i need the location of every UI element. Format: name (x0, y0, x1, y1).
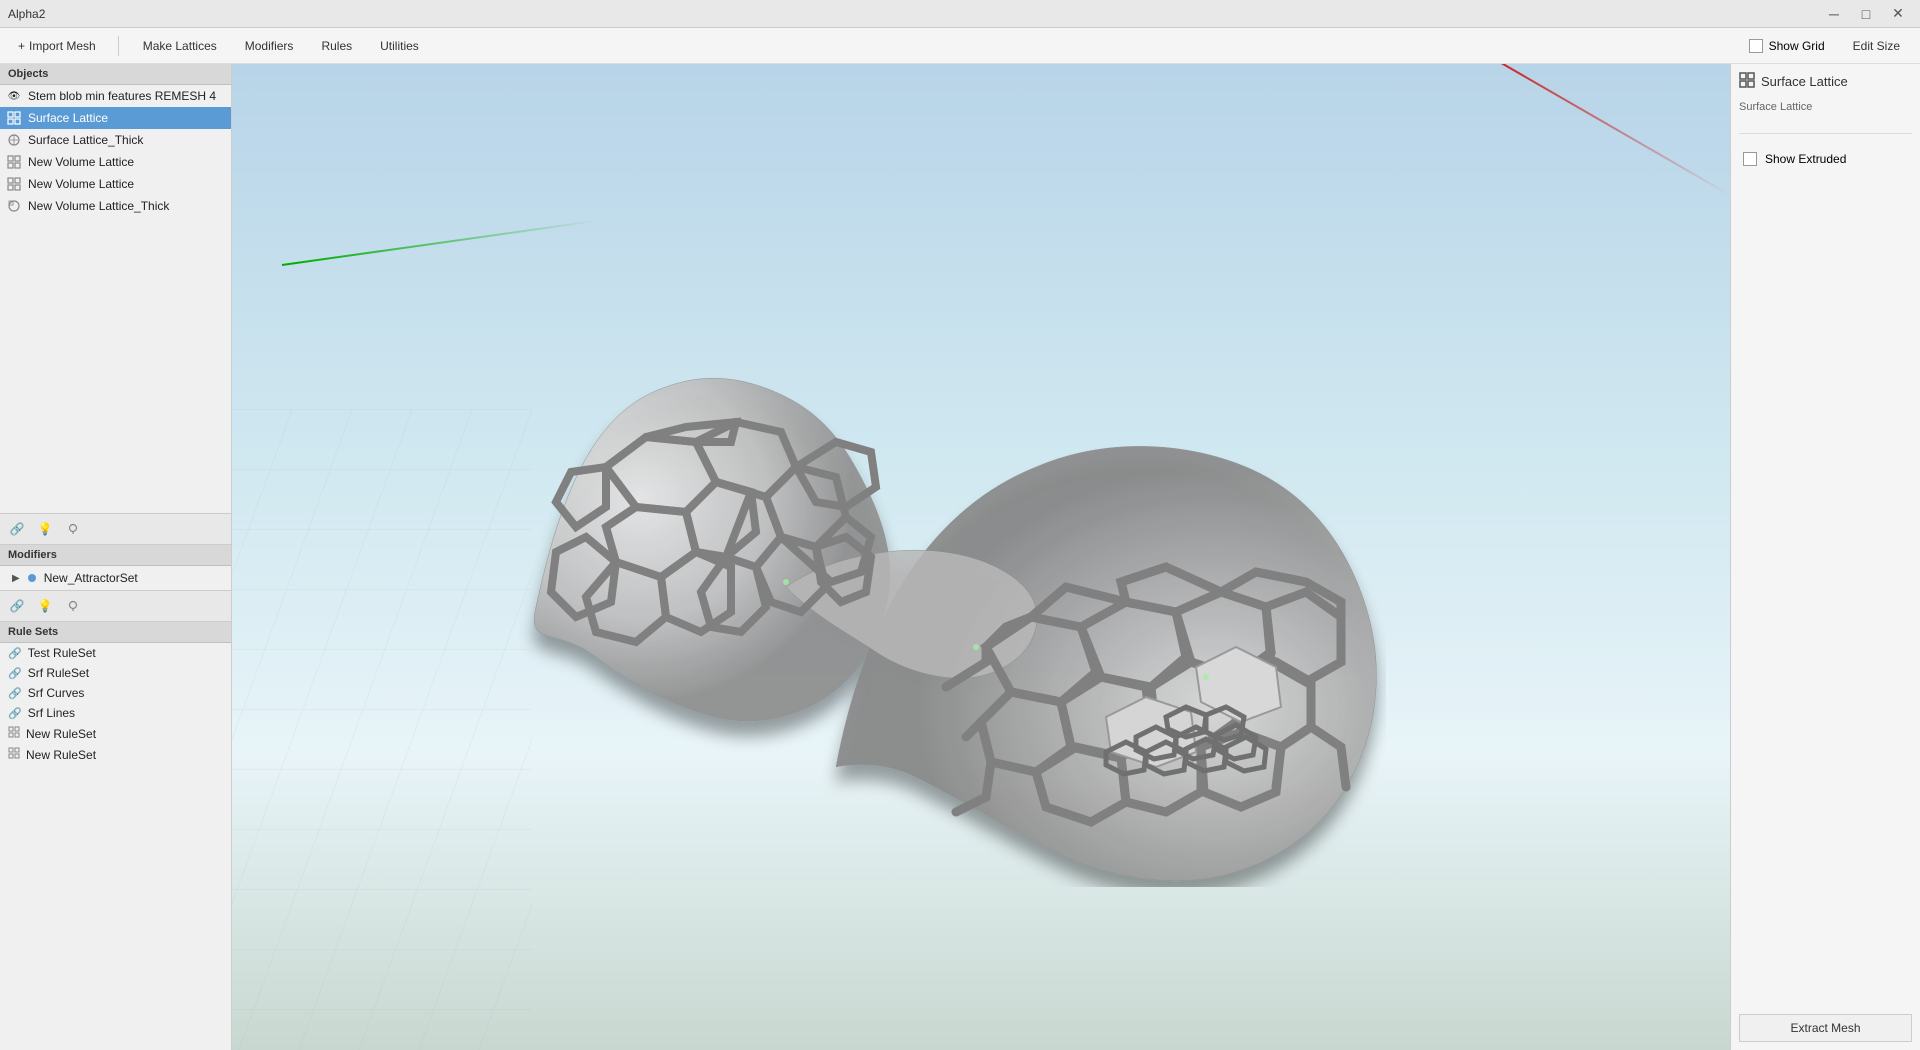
ruleset-list: 🔗 Test RuleSet 🔗 Srf RuleSet 🔗 Srf Curve… (0, 643, 231, 765)
menu-modifiers[interactable]: Modifiers (233, 35, 306, 57)
titlebar: Alpha2 ─ □ ✕ (0, 0, 1920, 28)
titlebar-title-area: Alpha2 (8, 7, 45, 21)
import-mesh-button[interactable]: + Import Mesh (8, 35, 106, 57)
object-label: Surface Lattice (28, 111, 108, 125)
list-item[interactable]: New Volume Lattice (0, 173, 231, 195)
show-grid-label: Show Grid (1769, 39, 1825, 53)
import-mesh-label: Import Mesh (29, 39, 96, 53)
ruleset-label: Srf RuleSet (28, 666, 89, 680)
ruleset-link-icon: 🔗 (8, 687, 22, 700)
ruleset-label: New RuleSet (26, 748, 96, 762)
import-plus-icon: + (18, 39, 25, 53)
list-item[interactable]: New Volume Lattice_Thick (0, 195, 231, 217)
right-panel-title-area: Surface Lattice (1739, 72, 1912, 91)
right-panel-subtitle: Surface Lattice (1739, 101, 1912, 113)
menubar: + Import Mesh Make Lattices Modifiers Ru… (0, 28, 1920, 64)
ruleset-grid-icon2 (8, 747, 20, 762)
minimize-button[interactable]: ─ (1820, 4, 1848, 24)
ruleset-label: Test RuleSet (28, 646, 96, 660)
object-label: New Volume Lattice_Thick (28, 199, 169, 213)
lattice-icon (6, 110, 22, 126)
list-item[interactable]: New Volume Lattice (0, 151, 231, 173)
modifiers-bulb-outline-icon[interactable] (62, 595, 84, 617)
maximize-button[interactable]: □ (1852, 4, 1880, 24)
modifier-label: New_AttractorSet (44, 571, 138, 585)
ruleset-grid-icon (8, 726, 20, 741)
list-item[interactable]: Surface Lattice (0, 107, 231, 129)
object-label: Surface Lattice_Thick (28, 133, 143, 147)
object-label: New Volume Lattice (28, 155, 134, 169)
show-extruded-checkbox[interactable] (1743, 152, 1757, 166)
list-item[interactable]: 👁 Stem blob min features REMESH 4 (0, 85, 231, 107)
mesh-3d-object (486, 287, 1386, 887)
list-item[interactable]: New RuleSet (0, 723, 231, 744)
axis-red-line (1452, 64, 1730, 195)
list-item[interactable]: 🔗 Test RuleSet (0, 643, 231, 663)
ruleset-label: New RuleSet (26, 727, 96, 741)
right-panel: Surface Lattice Surface Lattice Show Ext… (1730, 64, 1920, 1050)
list-item[interactable]: 🔗 Srf Lines (0, 703, 231, 723)
right-panel-divider (1739, 133, 1912, 134)
ruleset-link-icon: 🔗 (8, 667, 22, 680)
volume-lattice-thick-icon (6, 198, 22, 214)
app-title: Alpha2 (8, 7, 45, 21)
objects-toolbar: 🔗 💡 (0, 513, 231, 545)
modifiers-toolbar: 🔗 💡 (0, 590, 231, 622)
menu-separator (118, 36, 119, 56)
eye-lattice-icon (6, 132, 22, 148)
menu-make-lattices[interactable]: Make Lattices (131, 35, 229, 57)
axis-green-line (282, 219, 599, 266)
object-list: 👁 Stem blob min features REMESH 4 Surfac… (0, 85, 231, 513)
main-content: Objects 👁 Stem blob min features REMESH … (0, 64, 1920, 1050)
objects-bulb-outline-icon[interactable] (62, 518, 84, 540)
show-grid-checkbox[interactable] (1749, 39, 1763, 53)
show-extruded-row: Show Extruded (1739, 146, 1912, 172)
surface-lattice-icon (1739, 72, 1755, 91)
rulesets-header: Rule Sets (0, 622, 231, 643)
mesh-svg (486, 287, 1386, 887)
close-button[interactable]: ✕ (1884, 4, 1912, 24)
volume-lattice-icon2 (6, 176, 22, 192)
show-grid-container: Show Grid (1749, 39, 1825, 53)
list-item[interactable]: 🔗 Srf Curves (0, 683, 231, 703)
modifiers-link-icon[interactable]: 🔗 (6, 595, 28, 617)
show-extruded-label: Show Extruded (1765, 152, 1846, 166)
ruleset-label: Srf Lines (28, 706, 75, 720)
object-label: Stem blob min features REMESH 4 (28, 89, 216, 103)
right-panel-title-text: Surface Lattice (1761, 74, 1848, 89)
modifiers-bulb-icon[interactable]: 💡 (34, 595, 56, 617)
modifier-dot-icon (28, 574, 36, 582)
list-item[interactable]: 🔗 Srf RuleSet (0, 663, 231, 683)
ruleset-label: Srf Curves (28, 686, 85, 700)
menu-utilities[interactable]: Utilities (368, 35, 431, 57)
menu-rules[interactable]: Rules (309, 35, 364, 57)
left-panel: Objects 👁 Stem blob min features REMESH … (0, 64, 232, 1050)
modifier-expand-icon: ▶ (12, 573, 20, 584)
objects-bulb-icon[interactable]: 💡 (34, 518, 56, 540)
extract-mesh-button[interactable]: Extract Mesh (1739, 1014, 1912, 1042)
objects-header: Objects (0, 64, 231, 85)
eye-icon: 👁 (6, 88, 22, 104)
edit-size-button[interactable]: Edit Size (1841, 35, 1912, 57)
list-item[interactable]: New RuleSet (0, 744, 231, 765)
list-item[interactable]: Surface Lattice_Thick (0, 129, 231, 151)
titlebar-controls: ─ □ ✕ (1820, 4, 1912, 24)
viewport[interactable] (232, 64, 1730, 1050)
list-item[interactable]: ▶ New_AttractorSet (0, 568, 231, 588)
object-label: New Volume Lattice (28, 177, 134, 191)
ruleset-link-icon: 🔗 (8, 647, 22, 660)
modifier-list: ▶ New_AttractorSet (0, 566, 231, 590)
ruleset-link-icon: 🔗 (8, 707, 22, 720)
modifiers-header: Modifiers (0, 545, 231, 566)
objects-link-icon[interactable]: 🔗 (6, 518, 28, 540)
right-panel-spacer (1739, 180, 1912, 998)
volume-lattice-icon (6, 154, 22, 170)
rulesets-section: Rule Sets 🔗 Test RuleSet 🔗 Srf RuleSet 🔗… (0, 622, 231, 1050)
modifiers-section: Modifiers ▶ New_AttractorSet (0, 545, 231, 590)
